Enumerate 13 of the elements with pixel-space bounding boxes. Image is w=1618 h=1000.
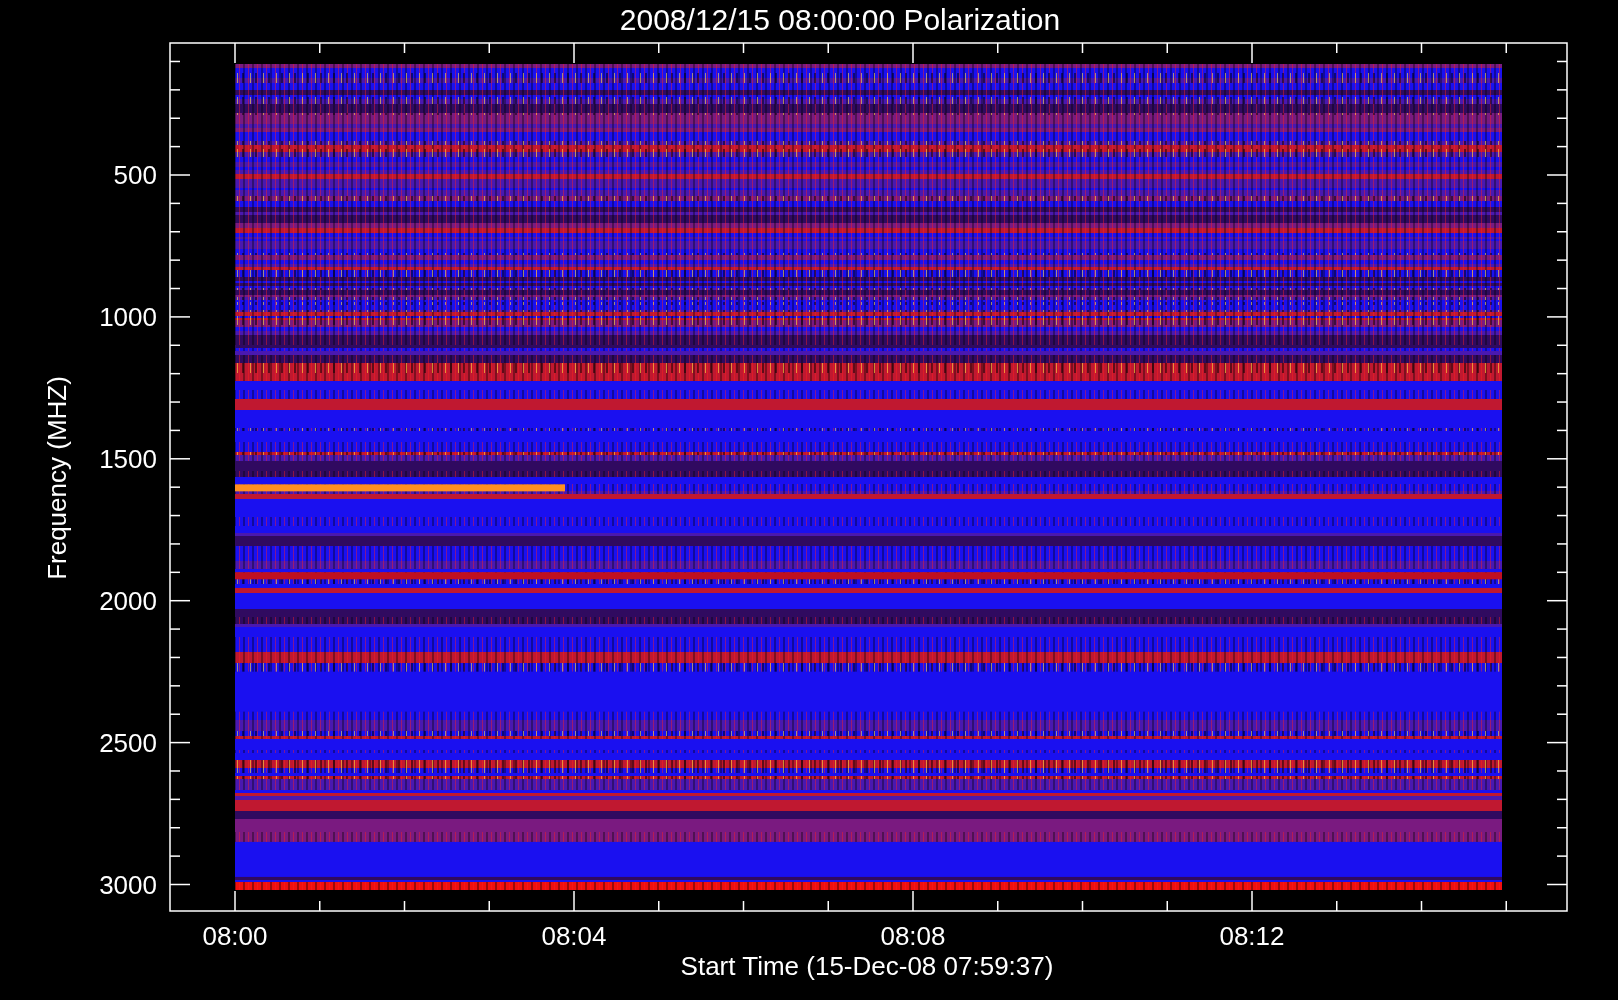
y-tick-label: 2000 [99, 585, 157, 616]
x-tick-label: 08:12 [1219, 921, 1285, 951]
y-tick-label: 1000 [99, 301, 157, 332]
y-tick-label: 1500 [99, 443, 157, 474]
x-tick-label: 08:08 [880, 921, 946, 951]
y-axis-label: Frequency (MHZ) [42, 376, 72, 580]
y-tick-label: 2500 [99, 727, 157, 758]
y-tick-label: 3000 [99, 869, 157, 900]
x-tick-label: 08:00 [202, 921, 268, 951]
chart-title: 2008/12/15 08:00:00 Polarization [619, 3, 1061, 36]
x-tick-label: 08:04 [541, 921, 607, 951]
x-axis-label: Start Time (15-Dec-08 07:59:37) [680, 951, 1054, 981]
y-tick-label: 500 [113, 160, 157, 190]
